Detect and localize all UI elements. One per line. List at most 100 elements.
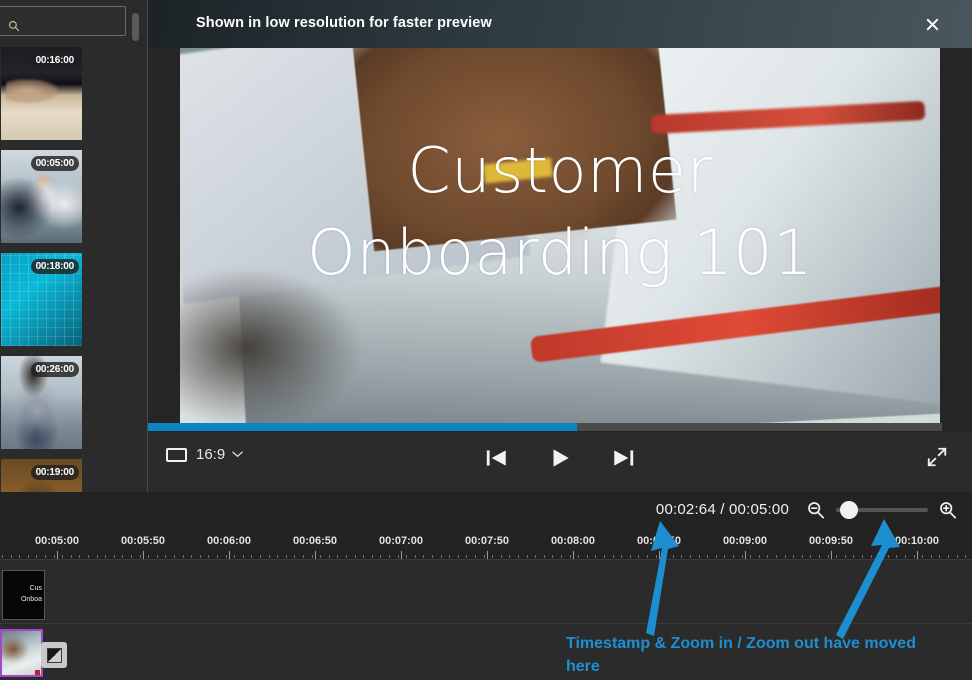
- ruler-tick-minor: [862, 555, 863, 558]
- ruler-label: 00:08:50: [636, 535, 682, 547]
- ruler-tick-minor: [527, 555, 528, 558]
- ruler-tick-minor: [931, 555, 932, 558]
- video-title-overlay: Customer Onboarding 101: [180, 48, 940, 423]
- search-input[interactable]: [0, 6, 126, 36]
- ruler-label: 00:10:00: [894, 535, 940, 547]
- ruler-tick-minor: [836, 555, 837, 558]
- close-icon[interactable]: [920, 12, 944, 36]
- ruler-tick-minor: [380, 555, 381, 558]
- ruler-tick-minor: [939, 555, 940, 558]
- ruler-tick-minor: [122, 555, 123, 558]
- media-item-0[interactable]: 00:16:00: [1, 47, 82, 140]
- text-clip[interactable]: Cus Onboa: [2, 570, 45, 620]
- library-scrollbar-thumb[interactable]: [132, 13, 139, 41]
- aspect-ratio-selector[interactable]: 16:9: [166, 446, 243, 463]
- next-frame-icon[interactable]: [610, 444, 638, 472]
- clip-marker: [35, 670, 40, 675]
- zoom-out-icon[interactable]: [806, 500, 826, 520]
- ruler-tick-minor: [131, 555, 132, 558]
- zoom-slider-handle[interactable]: [840, 501, 858, 519]
- video-editor-window: 00:16:00 00:05:00 00:18:00 00:26:00 00:1…: [0, 0, 972, 680]
- ruler-tick-minor: [337, 555, 338, 558]
- preview-overlay: Shown in low resolution for faster previ…: [148, 0, 972, 482]
- media-thumbnail-list[interactable]: 00:16:00 00:05:00 00:18:00 00:26:00 00:1…: [0, 47, 147, 492]
- ruler-tick-minor: [2, 555, 3, 558]
- ruler-tick-minor: [552, 555, 553, 558]
- ruler-tick-minor: [303, 555, 304, 558]
- ruler-tick-minor: [673, 555, 674, 558]
- previous-frame-icon[interactable]: [482, 444, 510, 472]
- ruler-tick-major: [659, 551, 660, 559]
- clip-duration-badge: 00:19:00: [30, 465, 79, 480]
- zoom-slider[interactable]: [836, 499, 928, 521]
- preview-progress-bar[interactable]: [148, 423, 942, 431]
- ruler-tick-minor: [466, 555, 467, 558]
- media-item-3[interactable]: 00:26:00: [1, 356, 82, 449]
- ruler-tick-minor: [174, 555, 175, 558]
- ruler-tick-minor: [888, 555, 889, 558]
- ruler-tick-minor: [793, 555, 794, 558]
- ruler-label: 00:08:00: [550, 535, 596, 547]
- media-item-2[interactable]: 00:18:00: [1, 253, 82, 346]
- video-track[interactable]: [0, 625, 972, 680]
- ruler-tick-minor: [398, 555, 399, 558]
- text-clip-line-2: Onboa: [20, 595, 42, 603]
- chevron-down-icon: [232, 449, 243, 461]
- ruler-tick-minor: [432, 555, 433, 558]
- zoom-in-icon[interactable]: [938, 500, 958, 520]
- ruler-tick-minor: [776, 555, 777, 558]
- ruler-tick-minor: [260, 555, 261, 558]
- text-track[interactable]: Cus Onboa: [0, 564, 972, 624]
- aspect-ratio-label: 16:9: [196, 446, 226, 463]
- ruler-tick-minor: [561, 555, 562, 558]
- ruler-tick-minor: [45, 555, 46, 558]
- ruler-label: 00:09:50: [808, 535, 854, 547]
- ruler-tick-minor: [363, 555, 364, 558]
- ruler-tick-minor: [578, 555, 579, 558]
- ruler-tick-minor: [140, 555, 141, 558]
- media-search-wrap: [0, 6, 126, 36]
- ruler-tick-major: [917, 551, 918, 559]
- clip-duration-badge: 00:05:00: [30, 156, 79, 171]
- ruler-tick-major: [573, 551, 574, 559]
- timeline-ruler[interactable]: 00:05:00 00:05:50 00:06:00 00:06:50 00:07:00…: [0, 530, 972, 560]
- ruler-label: 00:07:50: [464, 535, 510, 547]
- ruler-tick-minor: [355, 555, 356, 558]
- video-clip-selected[interactable]: [0, 629, 43, 677]
- ruler-tick-minor: [922, 555, 923, 558]
- play-icon[interactable]: [546, 444, 574, 472]
- ruler-tick-minor: [217, 555, 218, 558]
- ruler-label: 00:06:00: [206, 535, 252, 547]
- ruler-tick-minor: [621, 555, 622, 558]
- ruler-tick-minor: [320, 555, 321, 558]
- ruler-label: 00:05:50: [120, 535, 166, 547]
- clip-duration-badge: 00:18:00: [30, 259, 79, 274]
- ruler-tick-minor: [638, 555, 639, 558]
- media-item-4[interactable]: 00:19:00: [1, 459, 82, 492]
- transition-icon[interactable]: [41, 642, 67, 668]
- ruler-tick-minor: [905, 555, 906, 558]
- ruler-tick-minor: [277, 555, 278, 558]
- ruler-tick-minor: [286, 555, 287, 558]
- media-item-1[interactable]: 00:05:00: [1, 150, 82, 243]
- ruler-tick-minor: [415, 555, 416, 558]
- ruler-tick-major: [315, 551, 316, 559]
- ruler-tick-minor: [604, 555, 605, 558]
- ruler-tick-major: [229, 551, 230, 559]
- ruler-tick-minor: [742, 555, 743, 558]
- library-scrollbar[interactable]: [132, 10, 139, 440]
- ruler-tick-minor: [389, 555, 390, 558]
- ruler-tick-minor: [647, 555, 648, 558]
- ruler-tick-minor: [114, 555, 115, 558]
- ruler-tick-minor: [570, 555, 571, 558]
- video-clip-thumbnail: [2, 631, 41, 675]
- ruler-tick-minor: [871, 555, 872, 558]
- ruler-label: 00:05:00: [34, 535, 80, 547]
- ruler-tick-minor: [234, 555, 235, 558]
- ruler-tick-minor: [208, 555, 209, 558]
- ruler-tick-major: [745, 551, 746, 559]
- fullscreen-icon[interactable]: [926, 446, 948, 468]
- ruler-tick-minor: [226, 555, 227, 558]
- video-preview-stage[interactable]: Customer Onboarding 101: [180, 48, 940, 423]
- ruler-tick-minor: [853, 555, 854, 558]
